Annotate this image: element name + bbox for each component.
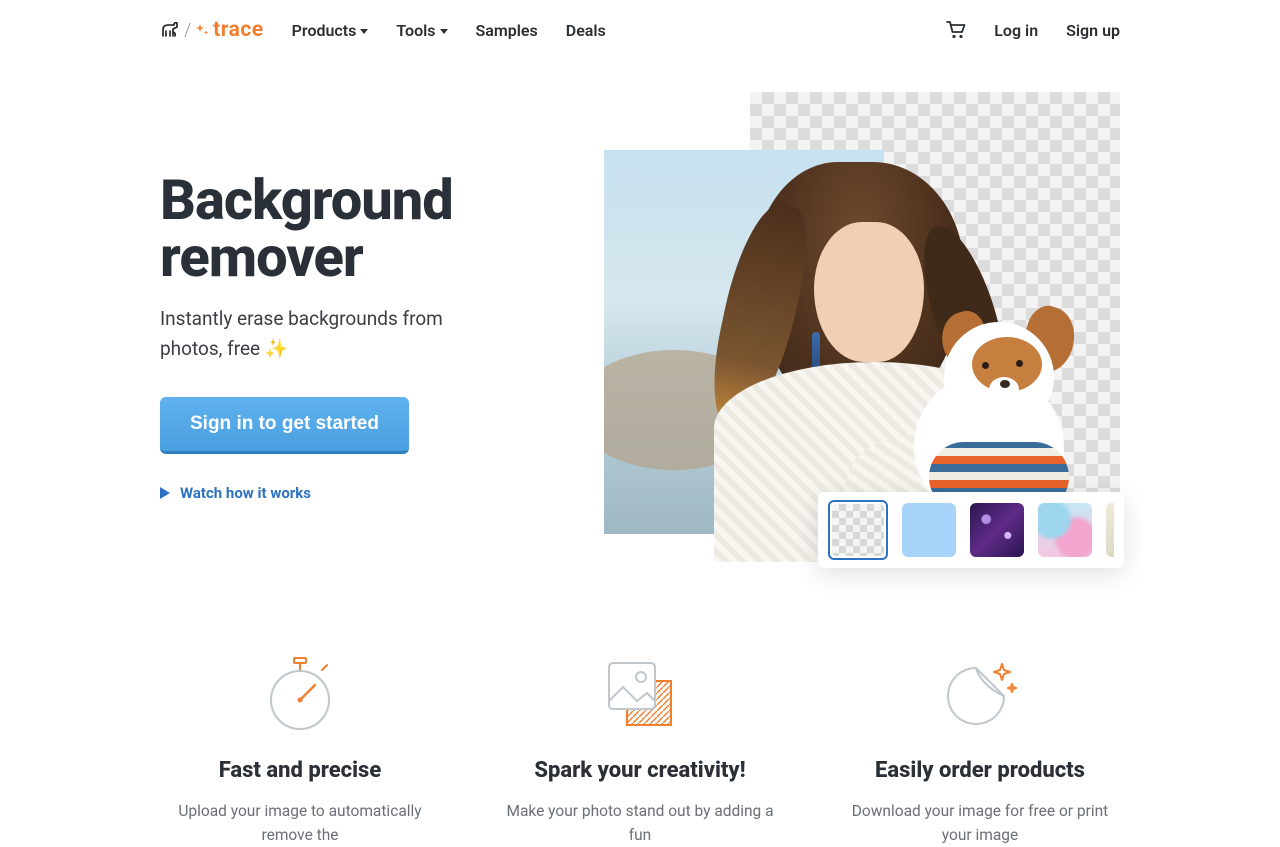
brand-logo[interactable]: / trace: [160, 18, 264, 42]
top-nav: / trace Products Tools Samples Deals: [160, 0, 1120, 52]
features-row: Fast and precise Upload your image to au…: [160, 656, 1120, 847]
nav-deals-label: Deals: [566, 21, 606, 40]
nav-products[interactable]: Products: [292, 21, 369, 40]
swatch-transparent[interactable]: [828, 500, 888, 560]
chevron-down-icon: [440, 29, 448, 34]
swatch-galaxy[interactable]: [970, 503, 1024, 557]
hero-title: Background remover: [160, 172, 600, 286]
play-icon: [160, 487, 170, 499]
swatch-pastel-watercolor[interactable]: [1038, 503, 1092, 557]
stopwatch-icon: [160, 656, 440, 732]
swatch-light-blue[interactable]: [902, 503, 956, 557]
nav-deals[interactable]: Deals: [566, 21, 606, 40]
hero-title-line2: remover: [160, 224, 363, 290]
images-icon: [500, 656, 780, 732]
nav-tools-label: Tools: [396, 21, 435, 40]
feature-title: Spark your creativity!: [500, 758, 780, 783]
nav-samples-label: Samples: [476, 21, 538, 40]
feature-desc: Make your photo stand out by adding a fu…: [500, 799, 780, 847]
sign-in-cta-button[interactable]: Sign in to get started: [160, 397, 409, 454]
feature-fast-precise: Fast and precise Upload your image to au…: [160, 656, 440, 847]
hero-subtitle: Instantly erase backgrounds from photos,…: [160, 304, 480, 363]
watch-label: Watch how it works: [180, 484, 311, 502]
background-swatch-tray: [818, 492, 1124, 568]
nav-links: Products Tools Samples Deals: [292, 21, 606, 40]
signup-label: Sign up: [1066, 21, 1120, 40]
swatch-more[interactable]: [1106, 503, 1114, 557]
watch-how-it-works-link[interactable]: Watch how it works: [160, 484, 600, 502]
photo-subject: [694, 162, 1054, 534]
feature-title: Easily order products: [840, 758, 1120, 783]
nav-samples[interactable]: Samples: [476, 21, 538, 40]
hero-section: Background remover Instantly erase backg…: [160, 92, 1120, 502]
nav-tools[interactable]: Tools: [396, 21, 447, 40]
brand-name: trace: [213, 18, 263, 42]
signup-link[interactable]: Sign up: [1066, 21, 1120, 40]
login-link[interactable]: Log in: [994, 21, 1038, 40]
logo-divider: /: [184, 20, 191, 41]
sparkle-icon: [195, 23, 209, 37]
sticker-sparkle-icon: [840, 656, 1120, 732]
hero-copy: Background remover Instantly erase backg…: [160, 92, 600, 502]
feature-title: Fast and precise: [160, 758, 440, 783]
feature-creativity: Spark your creativity! Make your photo s…: [500, 656, 780, 847]
login-label: Log in: [994, 21, 1038, 40]
nav-products-label: Products: [292, 21, 357, 40]
nav-right: Log in Sign up: [946, 21, 1120, 40]
feature-desc: Upload your image to automatically remov…: [160, 799, 440, 847]
hero-image: [604, 92, 1120, 534]
hero-title-line1: Background: [160, 167, 453, 233]
horse-icon: [160, 22, 180, 38]
chevron-down-icon: [360, 29, 368, 34]
feature-order-products: Easily order products Download your imag…: [840, 656, 1120, 847]
cart-icon[interactable]: [946, 21, 966, 39]
feature-desc: Download your image for free or print yo…: [840, 799, 1120, 847]
